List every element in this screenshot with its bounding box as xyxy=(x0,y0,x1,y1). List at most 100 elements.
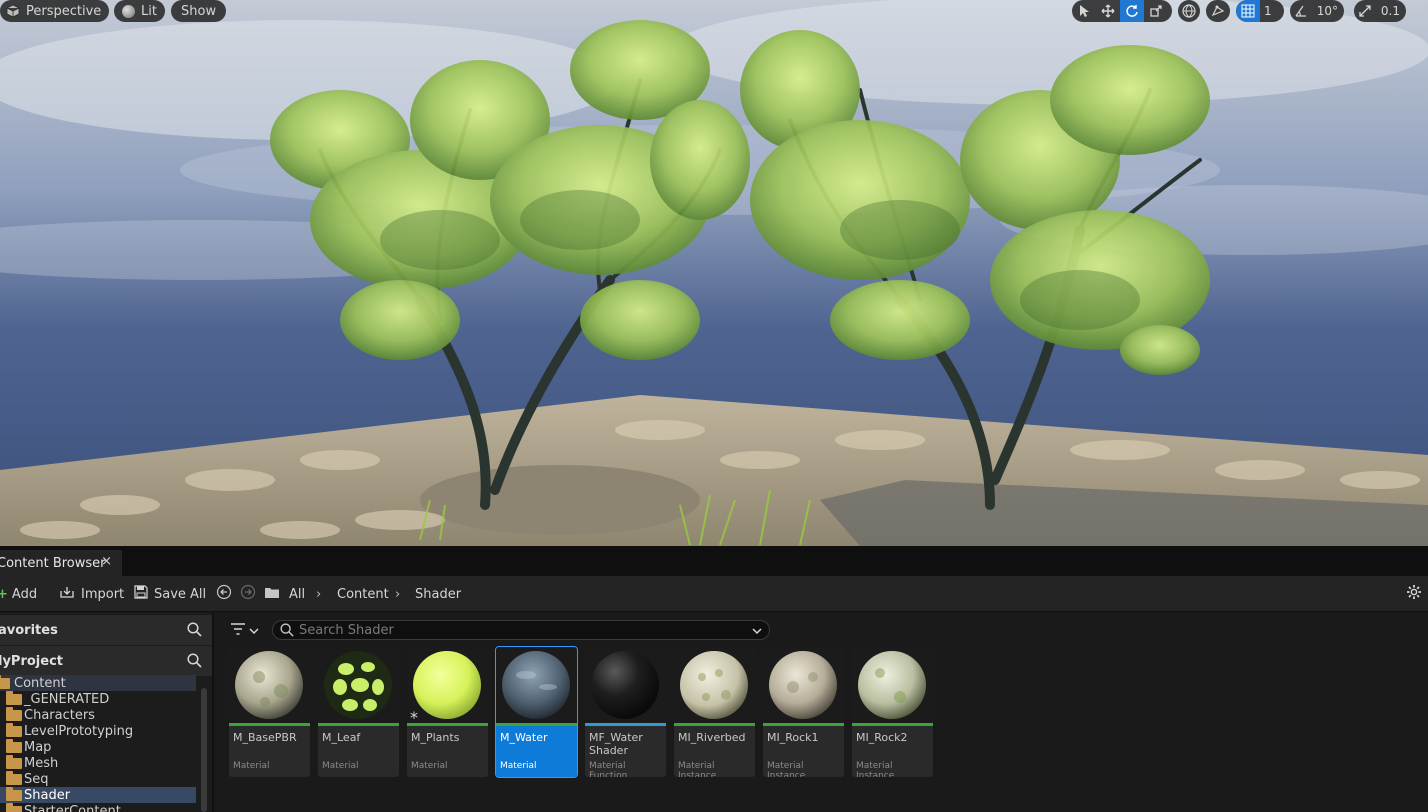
add-button[interactable]: + Add xyxy=(0,576,37,612)
asset-tile[interactable]: M_BasePBR Material xyxy=(229,647,310,777)
tree-item-label: Map xyxy=(24,739,52,755)
folder-browse-button[interactable] xyxy=(264,576,280,612)
asset-thumbnail xyxy=(585,647,666,724)
scale-snap-value: 0.1 xyxy=(1380,4,1400,18)
asset-type: Material xyxy=(500,761,537,771)
asset-type-bar xyxy=(407,723,488,726)
asset-tile[interactable]: MI_Riverbed Material Instance xyxy=(674,647,755,777)
folder-icon xyxy=(264,586,280,603)
scale-icon[interactable] xyxy=(1144,0,1168,22)
asset-tile[interactable]: * M_Plants Material xyxy=(407,647,488,777)
grid-snap-value: 1 xyxy=(1264,4,1272,18)
breadcrumb-content[interactable]: Content xyxy=(337,576,389,612)
move-icon[interactable] xyxy=(1096,0,1120,22)
asset-type-bar xyxy=(763,723,844,726)
asset-type-bar xyxy=(496,723,577,726)
chevron-down-icon xyxy=(249,624,259,638)
favorites-label: avorites xyxy=(0,622,58,638)
breadcrumb-shader[interactable]: Shader xyxy=(415,576,461,612)
tab-label: Content Browser xyxy=(0,555,106,571)
asset-type-bar xyxy=(674,723,755,726)
tree-item-generated[interactable]: _GENERATED xyxy=(0,690,196,707)
chevron-down-icon[interactable] xyxy=(752,624,762,639)
folder-icon xyxy=(6,770,22,785)
filter-button[interactable] xyxy=(230,622,259,639)
asset-type-bar xyxy=(229,723,310,726)
search-icon[interactable] xyxy=(187,622,202,641)
back-button[interactable] xyxy=(216,576,232,612)
scale-snap-icon[interactable] xyxy=(1354,0,1377,22)
tab-content-browser[interactable]: Content Browser × xyxy=(0,550,122,576)
folder-icon xyxy=(6,754,22,769)
asset-thumbnail xyxy=(674,647,755,724)
import-icon xyxy=(59,585,75,603)
content-browser-panel: Content Browser × + Add Import Save All xyxy=(0,546,1428,812)
angle-icon[interactable] xyxy=(1290,0,1313,22)
asset-thumbnail xyxy=(318,647,399,724)
breadcrumb-all[interactable]: All xyxy=(289,576,305,612)
asset-tile[interactable]: MF_Water Shader Material Function xyxy=(585,647,666,777)
tree-item-levelprototyping[interactable]: LevelPrototyping xyxy=(0,722,196,739)
asset-type: Material xyxy=(233,761,270,771)
tree-item-label: Content xyxy=(14,675,66,691)
viewport-scene xyxy=(0,0,1428,546)
asset-tile[interactable]: MI_Rock1 Material Instance xyxy=(763,647,844,777)
close-icon[interactable]: × xyxy=(101,554,112,569)
world-icon[interactable] xyxy=(1178,0,1200,22)
save-all-button[interactable]: Save All xyxy=(134,576,206,612)
show-button[interactable]: Show xyxy=(171,0,227,22)
tree-item-mesh[interactable]: Mesh xyxy=(0,754,196,771)
search-input[interactable]: Search Shader xyxy=(272,620,770,640)
asset-tile[interactable]: M_Leaf Material xyxy=(318,647,399,777)
tree-item-label: Characters xyxy=(24,707,95,723)
asset-name: M_BasePBR xyxy=(233,731,297,744)
rotation-snap-group[interactable]: 10° xyxy=(1290,0,1344,22)
lit-sphere-icon xyxy=(122,4,135,18)
perspective-label: Perspective xyxy=(26,3,102,19)
asset-tile[interactable]: M_Water Material xyxy=(495,646,578,778)
tree-item-label: Mesh xyxy=(24,755,59,771)
asset-type: Material xyxy=(411,761,448,771)
tree-item-seq[interactable]: Seq xyxy=(0,770,196,787)
forward-button[interactable] xyxy=(240,576,256,612)
rotate-icon[interactable] xyxy=(1120,0,1144,22)
plus-icon: + xyxy=(0,586,8,602)
unreal-editor: Perspective Lit Show 1 10° 0.1 Content B… xyxy=(0,0,1428,812)
asset-name: M_Water xyxy=(500,731,548,744)
asset-tile[interactable]: MI_Rock2 Material Instance xyxy=(852,647,933,777)
svg-text:*: * xyxy=(410,708,418,724)
grid-icon[interactable] xyxy=(1236,0,1260,22)
perspective-button[interactable]: Perspective xyxy=(0,0,110,22)
surface-snap-icon[interactable] xyxy=(1206,0,1230,22)
asset-type: Material Function xyxy=(589,761,628,777)
asset-thumbnail xyxy=(229,647,310,724)
tree-item-shader[interactable]: Shader xyxy=(0,786,196,803)
asset-name: MI_Rock2 xyxy=(856,731,908,744)
level-viewport[interactable]: Perspective Lit Show 1 10° 0.1 xyxy=(0,0,1428,546)
folder-icon xyxy=(6,802,22,812)
select-icon[interactable] xyxy=(1072,0,1096,22)
tree-item-label: StarterContent xyxy=(24,803,121,812)
tree-item-map[interactable]: Map xyxy=(0,738,196,755)
grid-snap-group[interactable]: 1 xyxy=(1236,0,1284,22)
lit-button[interactable]: Lit xyxy=(114,0,165,22)
folder-icon xyxy=(0,674,10,689)
content-browser-toolbar: + Add Import Save All All › Content › Sh… xyxy=(0,576,1428,612)
scale-snap-group[interactable]: 0.1 xyxy=(1354,0,1406,22)
favorites-header[interactable]: avorites xyxy=(0,615,212,645)
search-icon[interactable] xyxy=(187,653,202,672)
import-button[interactable]: Import xyxy=(59,576,124,612)
tree-item-content[interactable]: Content xyxy=(0,674,196,691)
asset-type: Material xyxy=(322,761,359,771)
asset-view: Search Shader M_BasePBR Material M_Leaf … xyxy=(216,613,1428,812)
tree-item-startercontent[interactable]: StarterContent xyxy=(0,802,196,812)
chevron-right-icon[interactable]: › xyxy=(395,576,400,612)
tree-item-characters[interactable]: Characters xyxy=(0,706,196,723)
folder-icon xyxy=(6,690,22,705)
tree-scrollbar[interactable] xyxy=(201,688,207,812)
settings-button[interactable] xyxy=(1406,576,1422,612)
tree-item-label: Shader xyxy=(24,787,71,803)
chevron-right-icon[interactable]: › xyxy=(316,576,321,612)
project-header[interactable]: lyProject xyxy=(0,646,212,676)
search-icon xyxy=(280,623,294,641)
